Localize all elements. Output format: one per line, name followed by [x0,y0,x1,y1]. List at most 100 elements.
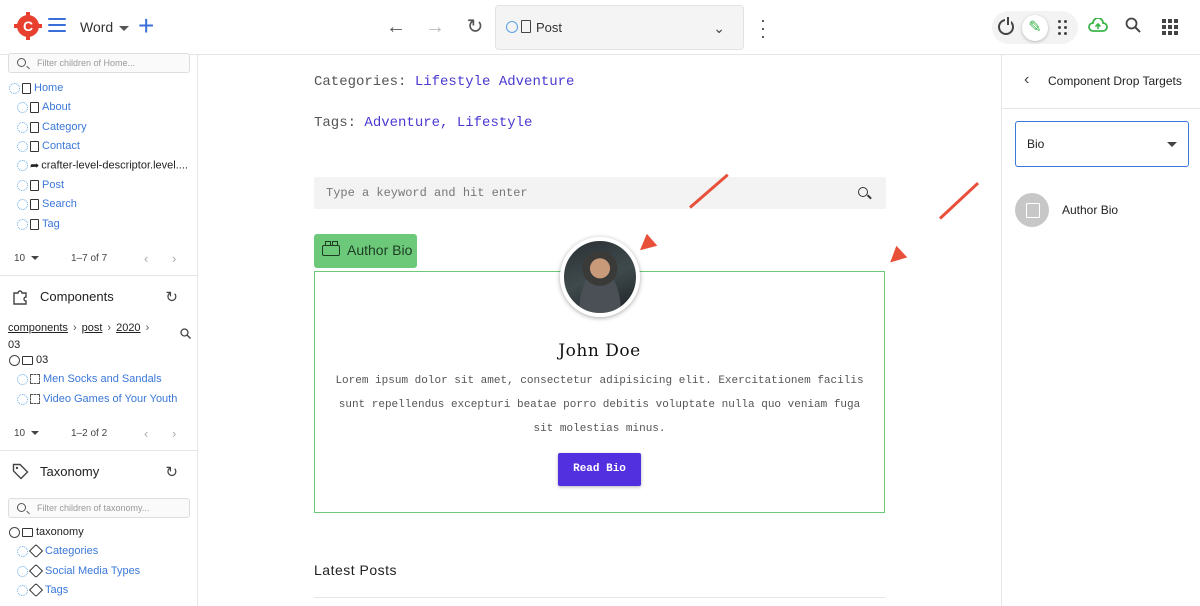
categories-label: Categories: [314,74,407,90]
info-icon [17,565,28,577]
caret-down-icon [1167,142,1177,147]
site-selector[interactable]: Word [80,19,130,35]
annotation-arrowhead-icon [884,245,908,269]
address-bar[interactable]: Post ⌄ [495,5,744,50]
tag-icon [28,583,44,598]
info-icon [9,82,20,94]
cloud-upload-icon[interactable] [1088,18,1108,32]
search-icon[interactable] [180,328,191,339]
filter-placeholder: Filter children of taxonomy... [37,503,150,513]
power-icon[interactable] [998,17,1014,35]
menu-icon[interactable] [48,18,66,34]
folder-icon [22,355,33,365]
tree-item-category[interactable]: Category [17,121,87,139]
tree-item-video-games[interactable]: Video Games of Your Youth [17,393,177,411]
breadcrumb-components[interactable]: components [8,322,68,334]
more-options-icon[interactable]: · · · [756,11,770,45]
tag-icon [28,544,44,559]
read-bio-button[interactable]: Read Bio [558,453,641,486]
tree-item-taxonomy[interactable]: taxonomy [9,526,84,544]
tree-item-search[interactable]: Search [17,198,77,216]
reload-icon[interactable]: ↻ [462,14,488,40]
tree-item-folder-03[interactable]: 03 [9,354,48,372]
share-arrow-icon: ➦ [30,160,40,172]
info-icon [17,373,28,385]
next-page-icon[interactable]: › [172,251,176,266]
tree-item-categories[interactable]: Categories [17,544,98,563]
prev-page-icon[interactable]: ‹ [144,426,148,441]
tree-item-contact[interactable]: Contact [17,140,80,158]
rows-per-page-select[interactable]: 10 [14,428,40,439]
right-panel-header: ‹ Component Drop Targets [1002,55,1200,109]
page-icon [22,82,31,94]
author-avatar [560,237,640,317]
page-icon [30,140,39,152]
components-pager: 10 1–2 of 2 ‹ › [14,426,194,442]
breadcrumb-post[interactable]: post [82,322,103,334]
refresh-icon[interactable]: ↻ [165,463,178,481]
info-icon [17,198,28,210]
pencil-edit-icon[interactable]: ✎ [1022,15,1048,41]
content-type-select[interactable]: Bio [1015,121,1189,167]
author-name: John Doe [558,341,641,361]
drop-target-label[interactable]: Author Bio [314,234,417,268]
refresh-icon[interactable]: ↻ [165,288,178,306]
divider [0,275,198,276]
latest-posts-heading: Latest Posts [314,562,398,578]
chevron-left-icon[interactable]: ‹ [1024,71,1029,89]
components-header[interactable]: Components ↻ [12,286,190,308]
page-icon [521,20,531,33]
drop-target-item-author-bio[interactable]: Author Bio [1015,193,1195,227]
categories-link[interactable]: Lifestyle Adventure [415,74,575,90]
page-icon [30,101,39,113]
page-icon [30,218,39,230]
taxonomy-filter-input[interactable]: Filter children of taxonomy... [8,498,190,518]
tree-item-about[interactable]: About [17,101,71,119]
breadcrumb: components › post › 2020 › 03 [8,322,150,351]
add-icon[interactable]: + [138,12,154,40]
tree-item-tag[interactable]: Tag [17,218,60,236]
info-icon [17,584,28,596]
keyword-search-input[interactable]: Type a keyword and hit enter [314,177,886,209]
tree-item-social-media-types[interactable]: Social Media Types [17,564,140,583]
forward-arrow-icon[interactable]: → [422,14,448,40]
info-icon [17,140,28,152]
pages-filter-input[interactable]: Filter children of Home... [8,53,190,73]
keyword-search-placeholder: Type a keyword and hit enter [326,186,528,200]
tree-item-home[interactable]: Home [9,82,63,100]
divider [314,597,885,598]
tree-item-post[interactable]: Post [17,179,64,197]
author-bio-text: Lorem ipsum dolor sit amet, consectetur … [335,375,864,435]
caret-down-icon [31,431,40,436]
rows-per-page-select[interactable]: 10 [14,253,40,264]
back-arrow-icon[interactable]: ← [383,14,409,40]
breadcrumb-2020[interactable]: 2020 [116,322,140,334]
annotation-arrow-shaft [938,181,980,220]
tree-item-tags[interactable]: Tags [17,583,68,602]
chevron-down-icon[interactable]: ⌄ [713,20,725,37]
pager-range: 1–2 of 2 [71,428,108,439]
tree-item-level-descriptor[interactable]: ➦ crafter-level-descriptor.level.... [17,159,188,177]
left-sidebar: Filter children of Home... Home About Ca… [0,53,198,606]
taxonomy-header[interactable]: Taxonomy ↻ [12,461,190,483]
component-block-icon [322,241,340,256]
top-toolbar: C Word + ← → ↻ Post ⌄ · · · ✎ [0,0,1200,55]
next-page-icon[interactable]: › [172,426,176,441]
prev-page-icon[interactable]: ‹ [144,251,148,266]
search-icon[interactable] [858,187,868,197]
search-icon[interactable] [1125,17,1141,33]
drag-handle-icon[interactable] [1058,20,1068,36]
info-icon [17,160,28,171]
edit-mode-group: ✎ [992,11,1078,44]
info-icon [17,545,28,557]
apps-grid-icon[interactable] [1162,19,1178,35]
breadcrumb-current: 03 [8,339,21,351]
crafter-logo-icon[interactable]: C [14,12,42,40]
tree-item-men-socks[interactable]: Men Socks and Sandals [17,373,162,391]
tags-label: Tags: [314,115,357,131]
tags-link[interactable]: Adventure, Lifestyle [364,115,532,131]
svg-text:C: C [23,18,33,34]
radio-icon[interactable] [9,354,20,366]
search-icon [17,58,26,67]
radio-icon[interactable] [9,526,20,538]
